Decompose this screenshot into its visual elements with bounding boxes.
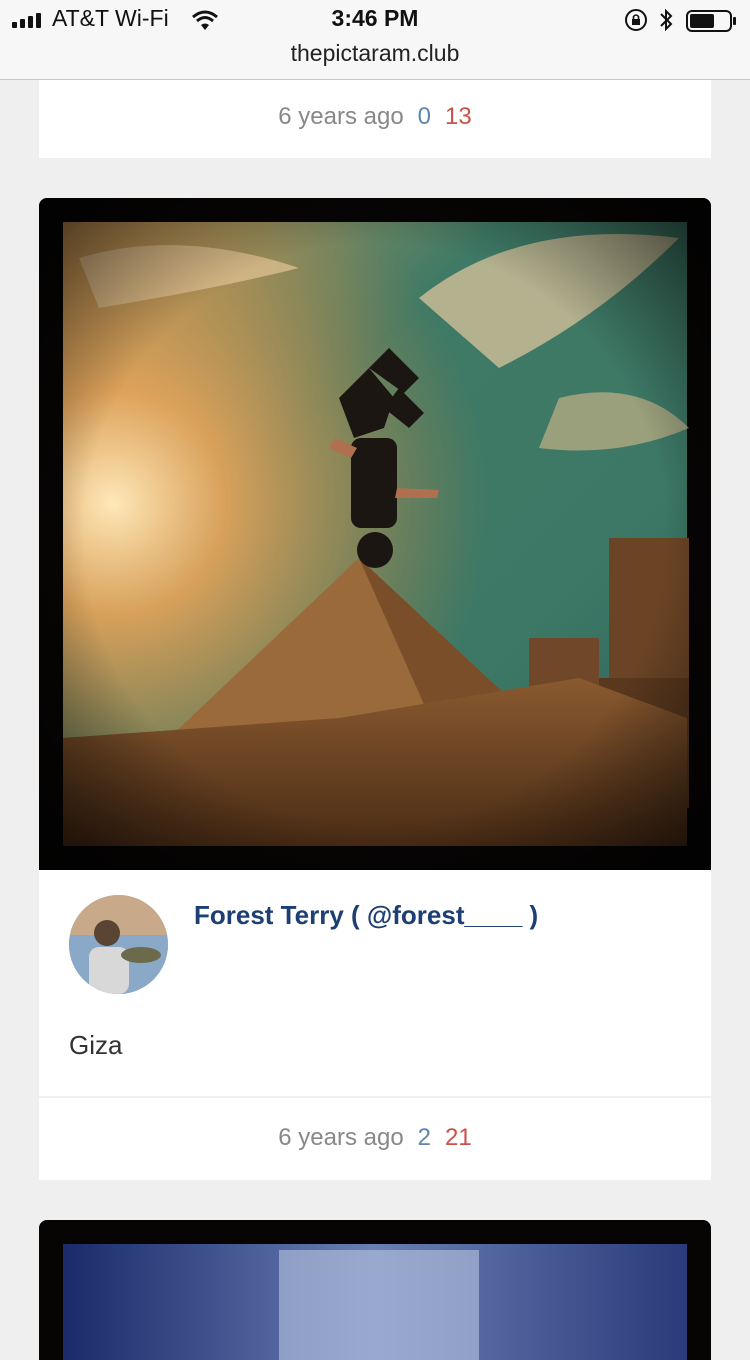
previous-post-footer: 6 years ago 0 13 [39,79,711,158]
status-bar: AT&T Wi-Fi 3:46 PM [0,0,750,40]
like-count[interactable]: 13 [445,103,472,130]
bluetooth-icon [660,8,673,32]
post-meta: 6 years ago 2 21 [39,1098,711,1152]
next-post-photo[interactable] [39,1220,711,1360]
time-ago: 6 years ago [278,1124,404,1151]
pyramid-backflip-photo [39,198,711,870]
time-ago: 6 years ago [278,103,404,130]
avatar-image [69,895,168,994]
next-photo-image [63,1244,687,1360]
url-bar[interactable]: thepictaram.club [0,40,750,67]
orientation-lock-icon [625,9,647,31]
post-footer: 6 years ago 2 21 [39,1098,711,1180]
battery-icon [686,10,736,32]
post-caption: Giza [69,1030,123,1060]
browser-top-bar: AT&T Wi-Fi 3:46 PM thepictaram.club [0,0,750,80]
post-meta: 6 years ago 0 13 [39,79,711,131]
post-photo[interactable] [39,198,711,870]
like-count[interactable]: 21 [445,1124,472,1151]
avatar[interactable] [69,895,168,994]
post-body: Forest Terry ( @forest____ ) Giza [39,870,711,1096]
comment-count[interactable]: 2 [418,1124,431,1151]
comment-count[interactable]: 0 [418,103,431,130]
author-name[interactable]: Forest Terry ( @forest____ ) [194,900,538,931]
